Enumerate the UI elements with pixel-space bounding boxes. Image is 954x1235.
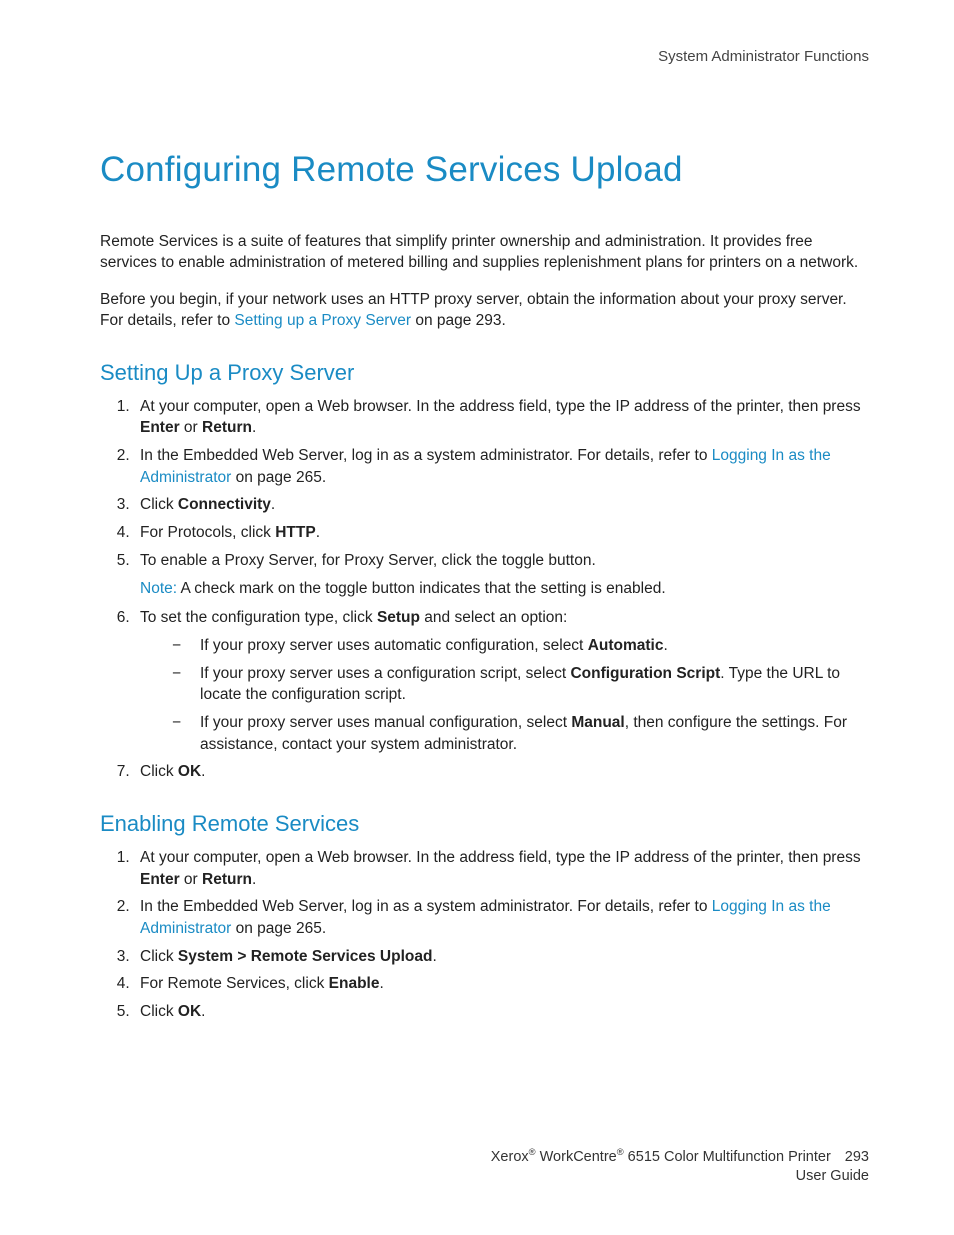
text: Click bbox=[140, 763, 178, 780]
link-proxy-server[interactable]: Setting up a Proxy Server bbox=[234, 312, 411, 329]
text: and select an option: bbox=[420, 609, 567, 626]
text-bold: Enter bbox=[140, 419, 180, 436]
header-section-label: System Administrator Functions bbox=[100, 48, 869, 65]
registered-icon: ® bbox=[617, 1146, 624, 1157]
list-item: Click Connectivity. bbox=[134, 494, 869, 516]
page-title: Configuring Remote Services Upload bbox=[100, 150, 869, 190]
text: For Remote Services, click bbox=[140, 975, 329, 992]
text: Click bbox=[140, 496, 178, 513]
proxy-steps-list: At your computer, open a Web browser. In… bbox=[100, 396, 869, 783]
section-heading-remote-services: Enabling Remote Services bbox=[100, 811, 869, 837]
intro-paragraph-1: Remote Services is a suite of features t… bbox=[100, 232, 869, 274]
text: At your computer, open a Web browser. In… bbox=[140, 398, 861, 415]
list-item: To enable a Proxy Server, for Proxy Serv… bbox=[134, 550, 869, 599]
page-number: 293 bbox=[845, 1148, 869, 1168]
text: . bbox=[252, 871, 256, 888]
text-bold: Connectivity bbox=[178, 496, 271, 513]
list-item: To set the configuration type, click Set… bbox=[134, 607, 869, 755]
list-item: Click OK. bbox=[134, 1001, 869, 1023]
note: Note: A check mark on the toggle button … bbox=[140, 578, 869, 600]
list-item: In the Embedded Web Server, log in as a … bbox=[134, 896, 869, 939]
text-bold: Manual bbox=[571, 714, 624, 731]
section-heading-proxy: Setting Up a Proxy Server bbox=[100, 360, 869, 386]
text-bold: Configuration Script bbox=[570, 665, 720, 682]
text: or bbox=[180, 419, 202, 436]
page: System Administrator Functions Configuri… bbox=[0, 0, 954, 1235]
text: . bbox=[432, 948, 436, 965]
text: . bbox=[201, 1003, 205, 1020]
text-bold: HTTP bbox=[275, 524, 315, 541]
text: on page 265. bbox=[231, 469, 326, 486]
text: At your computer, open a Web browser. In… bbox=[140, 849, 861, 866]
page-footer: Xerox® WorkCentre® 6515 Color Multifunct… bbox=[491, 1146, 869, 1187]
list-item: For Protocols, click HTTP. bbox=[134, 522, 869, 544]
list-item: In the Embedded Web Server, log in as a … bbox=[134, 445, 869, 488]
footer-line-1: Xerox® WorkCentre® 6515 Color Multifunct… bbox=[491, 1146, 869, 1167]
text-bold: Return bbox=[202, 871, 252, 888]
text: 6515 Color Multifunction Printer bbox=[624, 1149, 831, 1165]
text: If your proxy server uses manual configu… bbox=[200, 714, 571, 731]
text-bold: OK bbox=[178, 763, 201, 780]
text: . bbox=[379, 975, 383, 992]
text-bold: Setup bbox=[377, 609, 420, 626]
text: In the Embedded Web Server, log in as a … bbox=[140, 447, 712, 464]
text-bold: Return bbox=[202, 419, 252, 436]
text: on page 265. bbox=[231, 920, 326, 937]
registered-icon: ® bbox=[529, 1146, 536, 1157]
text: If your proxy server uses automatic conf… bbox=[200, 637, 588, 654]
footer-line-2: User Guide bbox=[491, 1167, 869, 1187]
note-text: A check mark on the toggle button indica… bbox=[177, 580, 666, 597]
text: To enable a Proxy Server, for Proxy Serv… bbox=[140, 552, 596, 569]
text: . bbox=[271, 496, 275, 513]
list-item: If your proxy server uses a configuratio… bbox=[172, 663, 869, 706]
text-bold: Automatic bbox=[588, 637, 664, 654]
text: Xerox bbox=[491, 1149, 529, 1165]
list-item: If your proxy server uses automatic conf… bbox=[172, 635, 869, 657]
text: WorkCentre bbox=[536, 1149, 617, 1165]
text: . bbox=[663, 637, 667, 654]
remote-services-steps-list: At your computer, open a Web browser. In… bbox=[100, 847, 869, 1023]
list-item: At your computer, open a Web browser. In… bbox=[134, 847, 869, 890]
text: or bbox=[180, 871, 202, 888]
text: . bbox=[316, 524, 320, 541]
list-item: Click OK. bbox=[134, 761, 869, 783]
text: To set the configuration type, click bbox=[140, 609, 377, 626]
text: For Protocols, click bbox=[140, 524, 275, 541]
text-bold: Enable bbox=[329, 975, 380, 992]
sub-list: If your proxy server uses automatic conf… bbox=[140, 635, 869, 755]
text: . bbox=[252, 419, 256, 436]
list-item: For Remote Services, click Enable. bbox=[134, 973, 869, 995]
text: Click bbox=[140, 1003, 178, 1020]
text: Click bbox=[140, 948, 178, 965]
intro-paragraph-2: Before you begin, if your network uses a… bbox=[100, 290, 869, 332]
list-item: Click System > Remote Services Upload. bbox=[134, 946, 869, 968]
list-item: At your computer, open a Web browser. In… bbox=[134, 396, 869, 439]
text: In the Embedded Web Server, log in as a … bbox=[140, 898, 712, 915]
text-bold: System > Remote Services Upload bbox=[178, 948, 433, 965]
text: on page 293. bbox=[411, 312, 506, 329]
text: . bbox=[201, 763, 205, 780]
text-bold: OK bbox=[178, 1003, 201, 1020]
list-item: If your proxy server uses manual configu… bbox=[172, 712, 869, 755]
text-bold: Enter bbox=[140, 871, 180, 888]
note-label: Note: bbox=[140, 580, 177, 597]
text: If your proxy server uses a configuratio… bbox=[200, 665, 570, 682]
